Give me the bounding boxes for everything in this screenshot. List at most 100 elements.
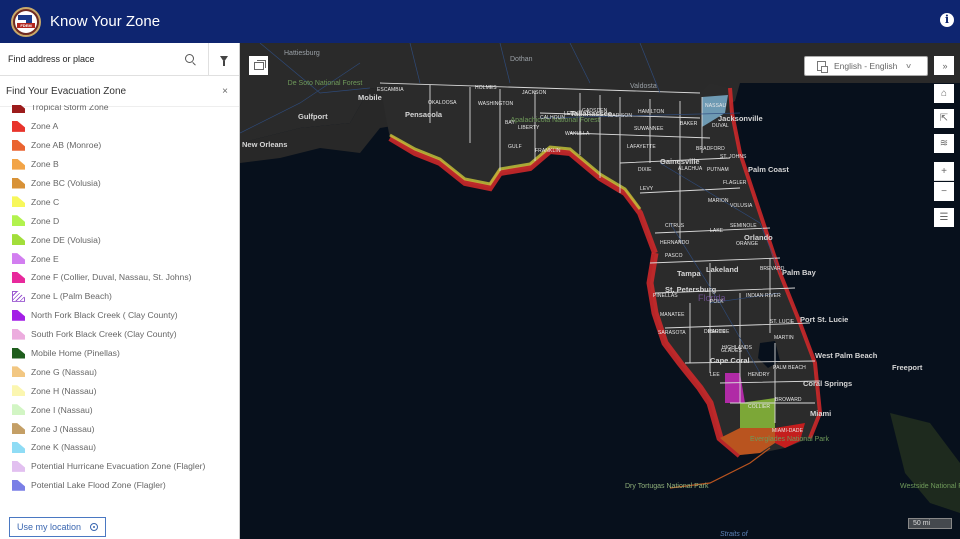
legend-item: Zone A xyxy=(0,117,238,136)
county-label: ALACHUA xyxy=(678,166,703,172)
info-button[interactable]: i xyxy=(940,13,954,27)
county-label: HOLMES xyxy=(475,85,497,91)
county-label: DUVAL xyxy=(712,123,729,129)
label-gulfport: Gulfport xyxy=(298,112,328,121)
florida-seal-icon: FDEM xyxy=(15,10,37,33)
home-icon: ⌂ xyxy=(940,88,948,99)
filter-icon xyxy=(220,56,228,66)
county-label: PINELLAS xyxy=(653,293,678,299)
county-label: LAKE xyxy=(710,228,724,234)
label-pensacola: Pensacola xyxy=(405,110,443,119)
basemap-gallery-button[interactable] xyxy=(249,56,268,75)
double-chevron-right-icon: » xyxy=(942,60,947,71)
bahamas-land xyxy=(890,413,960,513)
county-label: OKALOOSA xyxy=(428,100,457,106)
county-label: DESOTO xyxy=(704,329,726,335)
legend-list[interactable]: Tropical Storm Zone Zone A Zone AB (Monroe… xyxy=(0,105,238,497)
translate-icon xyxy=(817,61,828,73)
legend-label: Zone BC (Volusia) xyxy=(31,178,101,188)
county-label: WAKULLA xyxy=(565,131,590,137)
language-select[interactable]: English - English ∨ xyxy=(804,56,928,76)
county-label: LAFAYETTE xyxy=(627,144,656,150)
search-icon[interactable] xyxy=(185,54,194,63)
fdem-logo[interactable]: FDEM xyxy=(11,6,41,37)
county-label: MADISON xyxy=(608,113,633,119)
county-label: MIAMI-DADE xyxy=(772,428,803,434)
legend-label: Zone G (Nassau) xyxy=(31,366,97,377)
legend-swatch-icon xyxy=(12,328,25,340)
legend-swatch-icon xyxy=(12,139,25,151)
county-label: ESCAMBIA xyxy=(377,87,404,93)
county-label: INDIAN RIVER xyxy=(746,293,781,299)
label-straits: Straits of xyxy=(720,531,748,538)
county-label: CITRUS xyxy=(665,223,685,229)
legend-swatch-icon xyxy=(12,460,25,472)
legend-swatch-icon xyxy=(12,120,25,132)
logo-text: FDEM xyxy=(17,22,35,28)
legend-swatch-icon xyxy=(12,290,25,302)
legend-swatch-icon xyxy=(12,271,25,283)
legend-item: Potential Lake Flood Zone (Flagler) xyxy=(0,476,238,495)
panel-header: Find Your Evacuation Zone × xyxy=(0,76,239,107)
county-label: LIBERTY xyxy=(518,125,540,131)
expand-button[interactable]: » xyxy=(934,56,954,75)
app-header: FDEM Know Your Zone i xyxy=(0,0,960,43)
list-icon: ☰ xyxy=(939,212,949,223)
label-miami: Miami xyxy=(810,409,832,418)
zoom-out-button[interactable]: − xyxy=(934,182,954,201)
county-label: HENDRY xyxy=(748,372,770,378)
county-label: BRADFORD xyxy=(696,146,725,152)
legend-label: Zone K (Nassau) xyxy=(31,442,96,453)
label-port-st-lucie: Port St. Lucie xyxy=(800,315,849,324)
legend-swatch-icon xyxy=(12,441,25,453)
county-label: VOLUSIA xyxy=(730,203,753,209)
filter-button[interactable] xyxy=(209,43,239,75)
county-label: ST. JOHNS xyxy=(720,154,747,160)
legend-button[interactable]: ☰ xyxy=(934,208,954,227)
layers-button[interactable]: ≋ xyxy=(934,134,954,153)
legend-item: South Fork Black Creek (Clay County) xyxy=(0,325,238,344)
county-label: WASHINGTON xyxy=(478,101,514,107)
use-my-location-button[interactable]: Use my location xyxy=(9,517,106,537)
label-cape-coral: Cape Coral xyxy=(710,356,750,365)
legend-label: Zone I (Nassau) xyxy=(31,404,93,415)
legend-swatch-icon xyxy=(12,366,25,378)
legend-label: Potential Hurricane Evacuation Zone (Fla… xyxy=(31,461,206,472)
legend-label: Zone D xyxy=(31,215,60,226)
search-placeholder: Find address or place xyxy=(8,54,95,64)
zoom-in-button[interactable]: + xyxy=(934,162,954,181)
legend-item: North Fork Black Creek ( Clay County) xyxy=(0,306,238,325)
county-label: SEMINOLE xyxy=(730,223,757,229)
label-tampa: Tampa xyxy=(677,269,701,278)
home-button[interactable]: ⌂ xyxy=(934,84,954,103)
plus-icon: + xyxy=(941,166,947,177)
label-dry-tortugas: Dry Tortugas National Park xyxy=(625,483,709,490)
legend-swatch-icon xyxy=(12,309,25,321)
legend-label: Zone H (Nassau) xyxy=(31,385,97,396)
legend-item: Zone BC (Volusia) xyxy=(0,174,238,193)
county-label: BAY xyxy=(505,120,515,126)
county-label: SUWANNEE xyxy=(634,126,664,132)
county-label: NASSAU xyxy=(705,103,727,109)
label-palm-coast: Palm Coast xyxy=(748,165,789,174)
label-everglades: Everglades National Park xyxy=(750,436,829,443)
panel-title: Find Your Evacuation Zone xyxy=(6,85,127,97)
legend-label: Potential Lake Flood Zone (Flagler) xyxy=(31,480,166,491)
legend-label: Zone F (Collier, Duval, Nassau, St. John… xyxy=(31,272,192,283)
map-view[interactable]: Hattiesburg Dothan Mobile Gulfport New O… xyxy=(240,43,960,539)
label-westside-park: Westside National Park xyxy=(900,483,960,490)
search-bar: Find address or place xyxy=(0,43,239,76)
label-lakeland: Lakeland xyxy=(706,265,739,274)
county-label: PASCO xyxy=(665,253,683,259)
label-mobile: Mobile xyxy=(358,93,382,102)
county-label: MANATEE xyxy=(660,312,685,318)
chevron-down-icon: ∨ xyxy=(905,63,913,70)
use-my-location-label: Use my location xyxy=(17,522,82,532)
search-input[interactable]: Find address or place xyxy=(0,43,209,75)
legend-label: Zone C xyxy=(31,196,60,207)
legend-item: Zone J (Nassau) xyxy=(0,419,238,438)
share-button[interactable]: ⇱ xyxy=(934,109,954,128)
legend-label: Zone L (Palm Beach) xyxy=(31,291,112,302)
legend-item: Zone G (Nassau) xyxy=(0,362,238,381)
close-button[interactable]: × xyxy=(222,86,228,97)
